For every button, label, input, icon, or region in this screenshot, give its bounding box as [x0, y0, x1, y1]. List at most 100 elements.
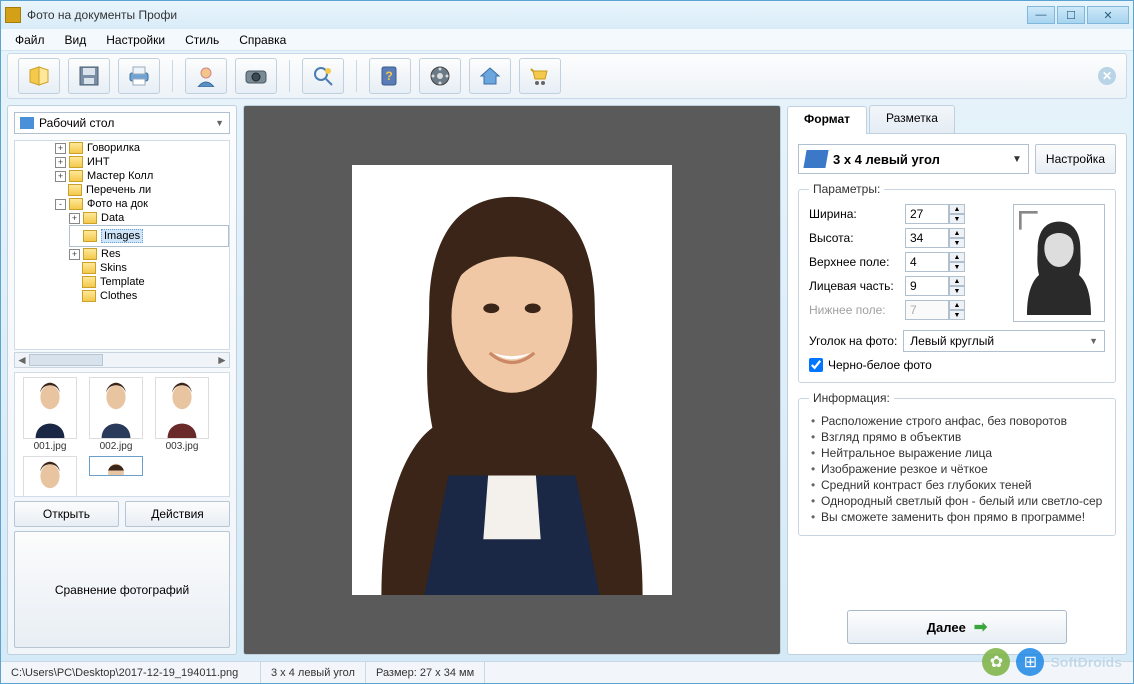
info-item: Вы сможете заменить фон прямо в программ… [809, 509, 1105, 525]
spin-down[interactable]: ▼ [949, 262, 965, 272]
bw-label: Черно-белое фото [828, 358, 932, 372]
menu-file[interactable]: Файл [7, 31, 53, 49]
thumbnail[interactable]: 001.jpg [19, 377, 81, 452]
width-input[interactable] [905, 204, 949, 224]
minimize-button[interactable]: — [1027, 6, 1055, 24]
spin-down[interactable]: ▼ [949, 286, 965, 296]
scroll-right-icon[interactable]: ► [215, 353, 229, 367]
info-fieldset: Информация: Расположение строго анфас, б… [798, 391, 1116, 536]
toolbar: ? ✕ [7, 53, 1127, 99]
tree-label: Data [101, 212, 124, 224]
spin-up[interactable]: ▲ [949, 204, 965, 214]
tool-video[interactable] [419, 58, 461, 94]
tree-item[interactable]: +Говорилка [55, 141, 229, 155]
tree-item[interactable]: Skins [69, 261, 229, 275]
tree-item[interactable]: Template [69, 275, 229, 289]
expand-icon[interactable]: + [55, 143, 66, 154]
tree-label: Мастер Колл [87, 170, 153, 182]
thumbnail[interactable]: 002.jpg [85, 377, 147, 452]
tool-zoom[interactable] [302, 58, 344, 94]
thumb-image [23, 377, 77, 439]
folder-icon [82, 290, 96, 302]
spin-down[interactable]: ▼ [949, 214, 965, 224]
menu-view[interactable]: Вид [57, 31, 95, 49]
open-button[interactable]: Открыть [14, 501, 119, 527]
folder-dropdown[interactable]: Рабочий стол ▼ [14, 112, 230, 134]
info-item: Расположение строго анфас, без поворотов [809, 413, 1105, 429]
app-icon [5, 7, 21, 23]
tree-label: ИНТ [87, 156, 110, 168]
folder-icon [82, 276, 96, 288]
spin-up[interactable]: ▲ [949, 252, 965, 262]
menu-style[interactable]: Стиль [177, 31, 227, 49]
folder-icon [69, 198, 83, 210]
tree-item[interactable]: + Мастер Колл [55, 169, 229, 183]
tool-save[interactable] [68, 58, 110, 94]
corner-dropdown[interactable]: Левый круглый ▼ [903, 330, 1105, 352]
tool-help[interactable]: ? [369, 58, 411, 94]
tool-cart[interactable] [519, 58, 561, 94]
tab-layout[interactable]: Разметка [869, 105, 955, 133]
tree-item[interactable]: - Фото на док [55, 197, 229, 211]
tree-item[interactable]: + ИНТ [55, 155, 229, 169]
menu-help[interactable]: Справка [231, 31, 294, 49]
top-input[interactable] [905, 252, 949, 272]
face-label: Лицевая часть: [809, 279, 905, 293]
tool-open[interactable] [18, 58, 60, 94]
tab-format[interactable]: Формат [787, 106, 867, 134]
scroll-left-icon[interactable]: ◄ [15, 353, 29, 367]
expand-icon[interactable]: + [69, 213, 80, 224]
actions-button[interactable]: Действия [125, 501, 230, 527]
info-item: Изображение резкое и чёткое [809, 461, 1105, 477]
tree-label: Images [101, 229, 143, 243]
tool-print[interactable] [118, 58, 160, 94]
thumbnail[interactable]: 003.jpg [151, 377, 213, 452]
bw-checkbox[interactable]: Черно-белое фото [809, 358, 1105, 372]
bw-checkbox-input[interactable] [809, 358, 823, 372]
folder-icon [82, 262, 96, 274]
spin-up[interactable]: ▲ [949, 228, 965, 238]
app-window: Фото на документы Профи — ☐ ✕ Файл Вид Н… [0, 0, 1134, 684]
maximize-button[interactable]: ☐ [1057, 6, 1085, 24]
configure-button[interactable]: Настройка [1035, 144, 1116, 174]
tool-home[interactable] [469, 58, 511, 94]
compare-button[interactable]: Сравнение фотографий [14, 531, 230, 648]
expand-icon[interactable]: + [55, 171, 66, 182]
toolbar-close-icon[interactable]: ✕ [1098, 67, 1116, 85]
scroll-thumb[interactable] [29, 354, 103, 366]
info-item: Взгляд прямо в объектив [809, 429, 1105, 445]
tool-user[interactable] [185, 58, 227, 94]
status-size: Размер: 27 x 34 мм [366, 662, 485, 683]
thumbnail[interactable] [85, 456, 147, 497]
format-value: 3 x 4 левый угол [833, 152, 940, 167]
tree-item[interactable]: +Res [69, 247, 229, 261]
corner-label: Уголок на фото: [809, 334, 897, 348]
tree-label: Фото на док [87, 198, 148, 210]
spin-down[interactable]: ▼ [949, 238, 965, 248]
tree-scrollbar[interactable]: ◄ ► [14, 352, 230, 368]
height-input[interactable] [905, 228, 949, 248]
expand-icon[interactable]: + [55, 157, 66, 168]
tree-item[interactable]: Images [69, 225, 229, 247]
spin-up[interactable]: ▲ [949, 276, 965, 286]
main-photo[interactable] [352, 165, 672, 595]
face-input[interactable] [905, 276, 949, 296]
thumbnail-grid: 001.jpg002.jpg003.jpg 6.jpg [14, 372, 230, 497]
menu-settings[interactable]: Настройки [98, 31, 173, 49]
tree-label: Clothes [100, 290, 137, 302]
height-label: Высота: [809, 231, 905, 245]
tool-camera[interactable] [235, 58, 277, 94]
tree-item[interactable]: + Data [69, 211, 229, 225]
expand-icon[interactable]: - [55, 199, 66, 210]
info-legend: Информация: [809, 391, 894, 405]
close-button[interactable]: ✕ [1087, 6, 1129, 24]
info-list: Расположение строго анфас, без поворотов… [809, 413, 1105, 525]
thumbnail[interactable]: 6.jpg [19, 456, 81, 497]
tree-item[interactable]: Перечень ли [55, 183, 229, 197]
chevron-down-icon: ▼ [1089, 336, 1098, 346]
folder-tree[interactable]: +Говорилка+ИНТ+Мастер КоллПеречень ли-Фо… [14, 140, 230, 350]
tree-item[interactable]: Clothes [69, 289, 229, 303]
next-button[interactable]: Далее ➡ [847, 610, 1067, 644]
format-dropdown[interactable]: 3 x 4 левый угол ▼ [798, 144, 1029, 174]
expand-icon[interactable]: + [69, 249, 80, 260]
